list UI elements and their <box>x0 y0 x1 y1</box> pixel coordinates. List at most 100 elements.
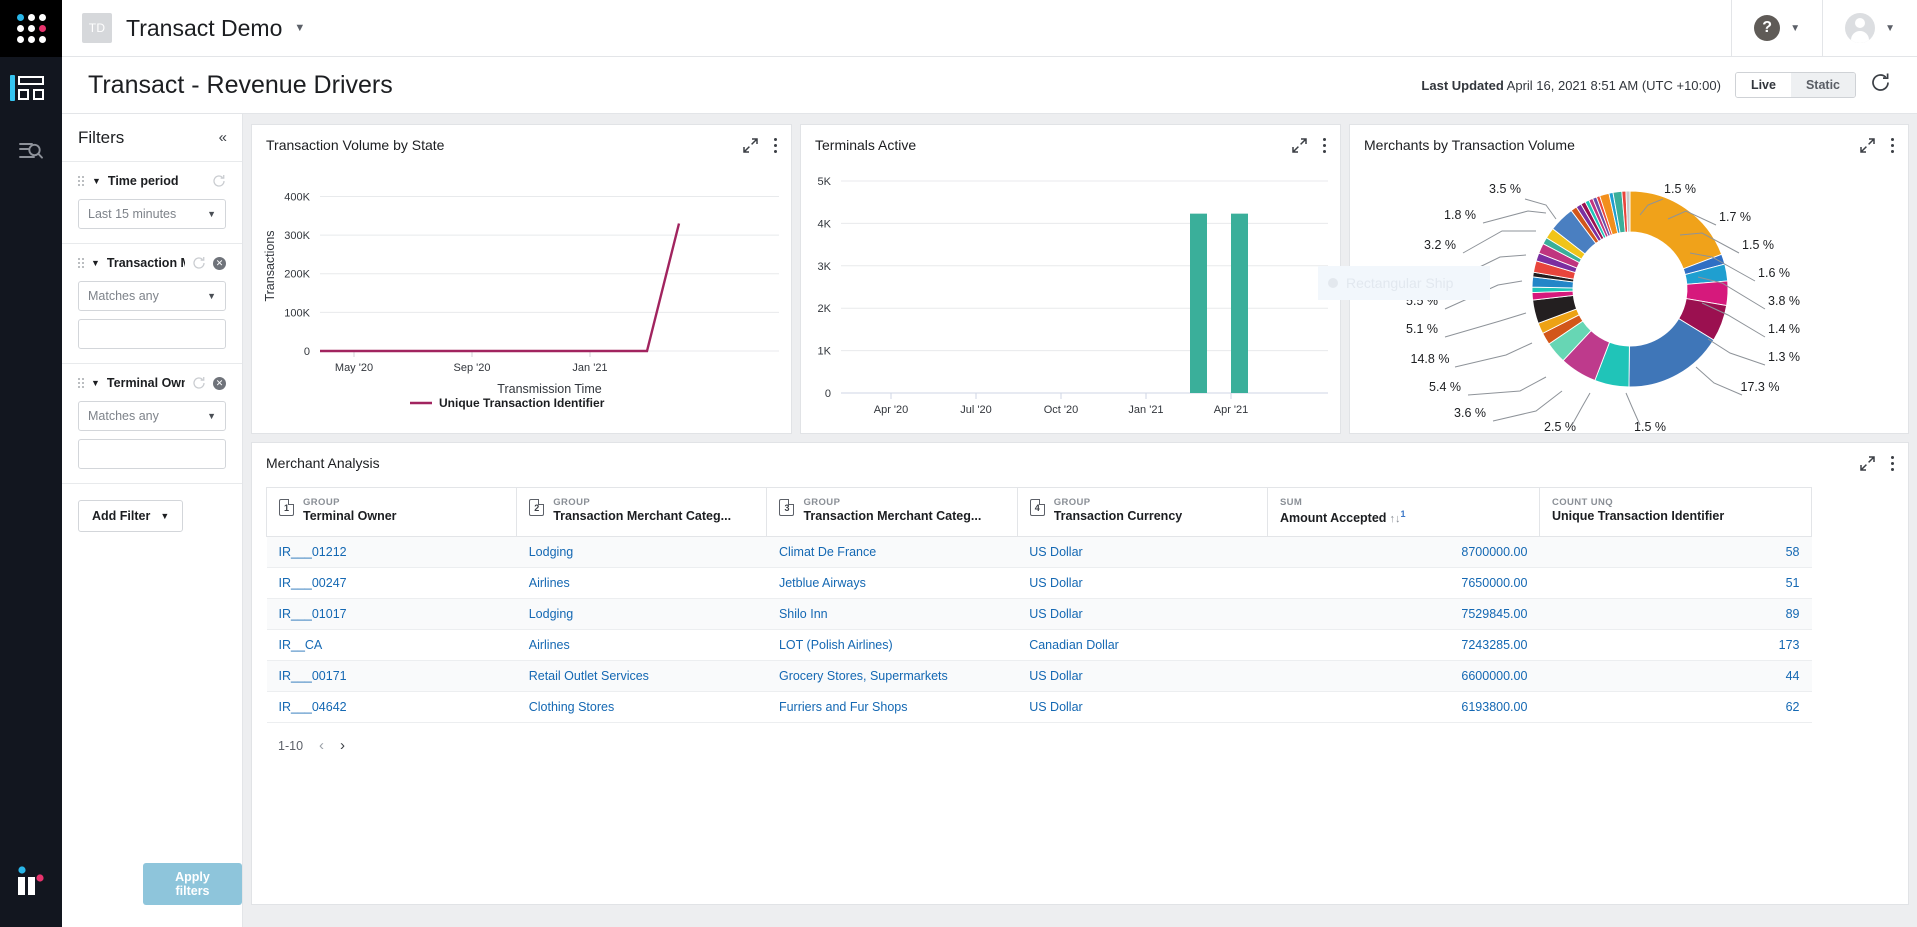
expand-icon[interactable] <box>1292 138 1307 153</box>
table-column-header[interactable]: 1GROUPTerminal Owner <box>267 488 517 537</box>
expand-icon[interactable] <box>1860 456 1875 471</box>
table-cell[interactable]: Lodging <box>517 537 767 568</box>
refresh-icon <box>1870 72 1891 98</box>
mode-static-button[interactable]: Static <box>1791 73 1855 97</box>
table-row[interactable]: IR___00171Retail Outlet ServicesGrocery … <box>267 661 1812 692</box>
expand-icon[interactable] <box>1860 138 1875 153</box>
table-cell[interactable]: IR___01212 <box>267 537 517 568</box>
add-filter-button[interactable]: Add Filter ▼ <box>78 500 183 532</box>
table-pagination: 1-10 ‹ › <box>252 723 1908 754</box>
table-cell[interactable]: Canadian Dollar <box>1017 630 1267 661</box>
svg-text:1K: 1K <box>818 346 832 358</box>
filter-reset-icon[interactable] <box>192 376 206 390</box>
terminal-owner-value-input[interactable] <box>78 439 226 469</box>
table-cell[interactable]: 6193800.00 <box>1267 692 1539 723</box>
table-cell[interactable]: US Dollar <box>1017 599 1267 630</box>
table-cell[interactable]: Climat De France <box>767 537 1017 568</box>
table-cell[interactable]: 7243285.00 <box>1267 630 1539 661</box>
table-cell[interactable]: Airlines <box>517 630 767 661</box>
more-options-icon[interactable] <box>1891 138 1894 153</box>
table-cell[interactable]: IR___00171 <box>267 661 517 692</box>
table-cell[interactable]: Lodging <box>517 599 767 630</box>
table-row[interactable]: IR___04642Clothing StoresFurriers and Fu… <box>267 692 1812 723</box>
table-cell[interactable]: IR___04642 <box>267 692 517 723</box>
table-cell[interactable]: 7650000.00 <box>1267 568 1539 599</box>
table-cell[interactable]: IR___00247 <box>267 568 517 599</box>
table-cell[interactable]: US Dollar <box>1017 692 1267 723</box>
waffle-icon <box>17 14 46 43</box>
more-options-icon[interactable] <box>1891 456 1894 471</box>
expand-icon[interactable] <box>743 138 758 153</box>
table-cell[interactable]: Clothing Stores <box>517 692 767 723</box>
table-row[interactable]: IR___00247AirlinesJetblue AirwaysUS Doll… <box>267 568 1812 599</box>
refresh-button[interactable] <box>1870 72 1891 98</box>
filter-remove-icon[interactable]: ✕ <box>213 377 226 390</box>
table-cell[interactable]: 44 <box>1539 661 1811 692</box>
table-column-header[interactable]: SUMAmount Accepted ↑↓1 <box>1267 488 1539 537</box>
table-cell[interactable]: 8700000.00 <box>1267 537 1539 568</box>
apply-filters-button[interactable]: Apply filters <box>143 863 242 905</box>
workspace-chevron-down-icon[interactable]: ▼ <box>294 22 305 34</box>
table-cell[interactable]: 58 <box>1539 537 1811 568</box>
card-title: Terminals Active <box>815 137 916 153</box>
help-chevron-down-icon: ▼ <box>1790 23 1800 34</box>
table-column-header[interactable]: 2GROUPTransaction Merchant Categ... <box>517 488 767 537</box>
help-menu-button[interactable]: ? ▼ <box>1731 0 1822 57</box>
table-cell[interactable]: 89 <box>1539 599 1811 630</box>
column-name-label: Transaction Currency <box>1054 508 1183 525</box>
svg-text:0: 0 <box>304 346 310 358</box>
sort-icon[interactable]: ↑↓ <box>1386 514 1400 526</box>
table-column-header[interactable]: 4GROUPTransaction Currency <box>1017 488 1267 537</box>
more-options-icon[interactable] <box>774 138 777 153</box>
table-cell[interactable]: US Dollar <box>1017 537 1267 568</box>
table-cell[interactable]: 62 <box>1539 692 1811 723</box>
table-row[interactable]: IR___01212LodgingClimat De FranceUS Doll… <box>267 537 1812 568</box>
table-cell[interactable]: Jetblue Airways <box>767 568 1017 599</box>
drag-handle-icon[interactable] <box>78 378 84 388</box>
terminal-owner-match-select[interactable]: Matches any ▼ <box>78 401 226 431</box>
table-cell[interactable]: 6600000.00 <box>1267 661 1539 692</box>
table-column-header[interactable]: COUNT UNQUnique Transaction Identifier <box>1539 488 1811 537</box>
table-cell[interactable]: 173 <box>1539 630 1811 661</box>
pagination-prev-button[interactable]: ‹ <box>319 737 324 754</box>
table-cell[interactable]: US Dollar <box>1017 661 1267 692</box>
table-cell[interactable]: Retail Outlet Services <box>517 661 767 692</box>
table-cell[interactable]: IR___01017 <box>267 599 517 630</box>
filter-chevron-down-icon[interactable]: ▼ <box>91 378 100 388</box>
mode-live-button[interactable]: Live <box>1736 73 1791 97</box>
table-cell[interactable]: 51 <box>1539 568 1811 599</box>
collapse-panel-button[interactable]: « <box>219 129 226 146</box>
table-column-header[interactable]: 3GROUPTransaction Merchant Categ... <box>767 488 1017 537</box>
table-row[interactable]: IR___01017LodgingShilo InnUS Dollar75298… <box>267 599 1812 630</box>
table-cell[interactable]: IR__CA <box>267 630 517 661</box>
table-cell[interactable]: LOT (Polish Airlines) <box>767 630 1017 661</box>
time-period-select[interactable]: Last 15 minutes ▼ <box>78 199 226 229</box>
table-cell[interactable]: Airlines <box>517 568 767 599</box>
sidebar-item-dashboards[interactable] <box>0 57 62 119</box>
sidebar-item-search[interactable] <box>0 119 62 181</box>
drag-handle-icon[interactable] <box>78 258 84 268</box>
filter-reset-icon[interactable] <box>192 256 206 270</box>
app-launcher-button[interactable] <box>0 0 62 57</box>
table-cell[interactable]: Furriers and Fur Shops <box>767 692 1017 723</box>
transaction-merchant-value-input[interactable] <box>78 319 226 349</box>
pagination-next-button[interactable]: › <box>340 737 345 754</box>
table-row[interactable]: IR__CAAirlinesLOT (Polish Airlines)Canad… <box>267 630 1812 661</box>
bar-chart: 01K2K3K4K5KApr '20Jul '20Oct '20Jan '21A… <box>801 153 1342 425</box>
transaction-merchant-match-select[interactable]: Matches any ▼ <box>78 281 226 311</box>
card-title: Transaction Volume by State <box>266 137 444 153</box>
filter-remove-icon[interactable]: ✕ <box>213 257 226 270</box>
table-cell[interactable]: US Dollar <box>1017 568 1267 599</box>
drag-handle-icon[interactable] <box>78 176 85 186</box>
table-cell[interactable]: Shilo Inn <box>767 599 1017 630</box>
filter-chevron-down-icon[interactable]: ▼ <box>92 176 101 186</box>
svg-text:5.1 %: 5.1 % <box>1406 322 1438 336</box>
column-aggregation-label: COUNT UNQ <box>1552 497 1799 508</box>
user-menu-button[interactable]: ▼ <box>1822 0 1917 57</box>
column-name-label: Transaction Merchant Categ... <box>803 508 981 525</box>
more-options-icon[interactable] <box>1323 138 1326 153</box>
table-cell[interactable]: Grocery Stores, Supermarkets <box>767 661 1017 692</box>
table-cell[interactable]: 7529845.00 <box>1267 599 1539 630</box>
filter-reset-icon[interactable] <box>212 174 226 188</box>
filter-chevron-down-icon[interactable]: ▼ <box>91 258 100 268</box>
